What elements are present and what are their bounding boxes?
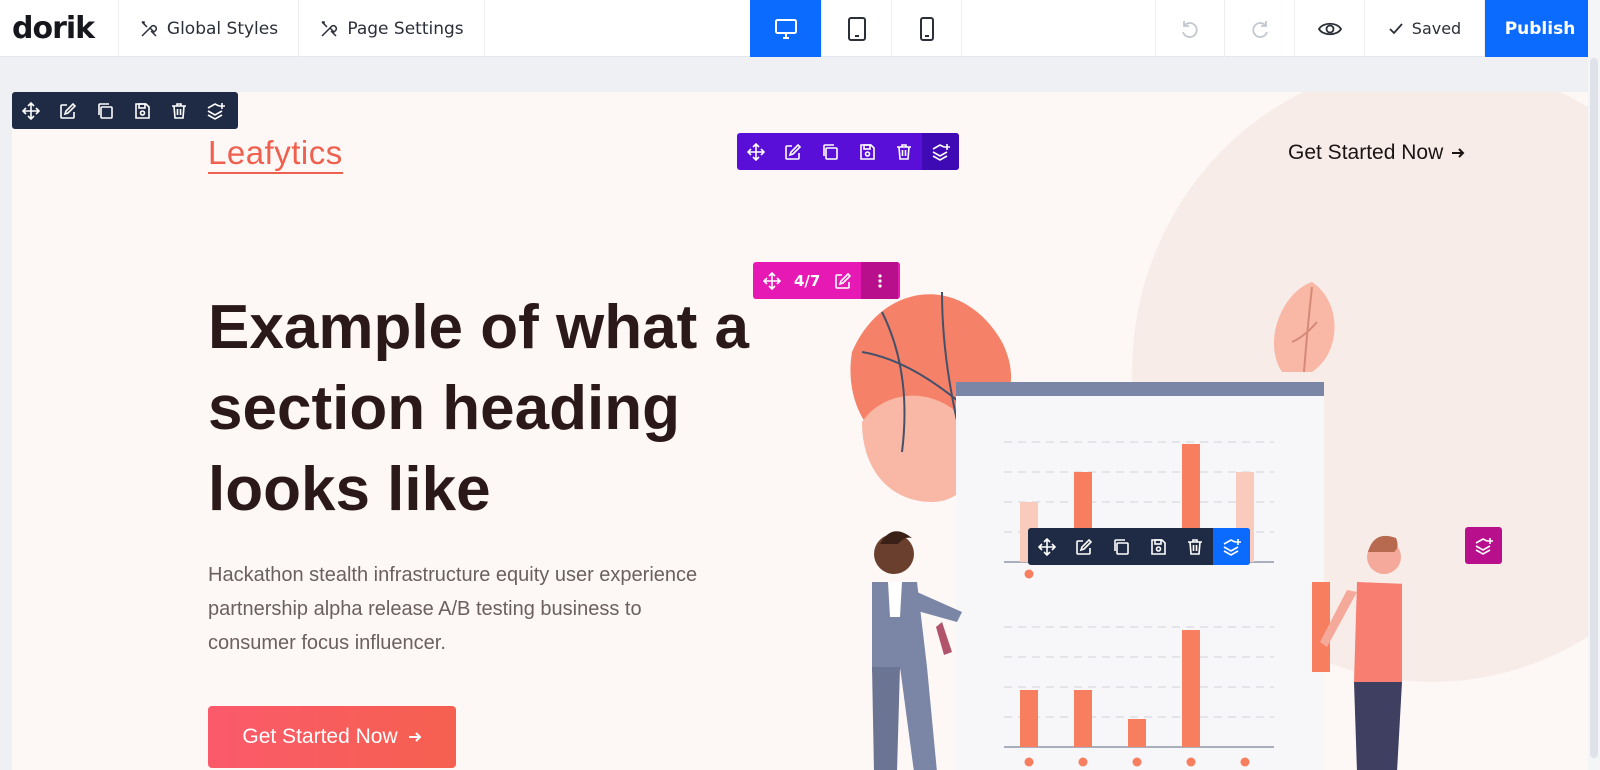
edit-button[interactable]: [774, 133, 811, 170]
save-button[interactable]: [123, 92, 160, 129]
section-toolbar: [12, 92, 238, 129]
arrow-right-icon: [408, 725, 422, 749]
section-heading[interactable]: Example of what a section heading looks …: [208, 287, 768, 530]
heading-line: looks like: [208, 455, 491, 524]
save-button[interactable]: [1139, 528, 1176, 565]
delete-icon: [895, 143, 913, 161]
delete-button[interactable]: [160, 92, 197, 129]
check-icon: [1388, 22, 1404, 36]
desktop-icon: [774, 18, 798, 40]
undo-icon: [1179, 18, 1201, 40]
saved-label: Saved: [1411, 19, 1462, 38]
add-layer-button[interactable]: [1465, 527, 1502, 564]
nav-get-started-link[interactable]: Get Started Now: [1288, 141, 1465, 165]
add-layer-icon: [1474, 537, 1494, 555]
add-layer-icon: [931, 143, 951, 161]
edit-icon: [59, 102, 77, 120]
publish-button[interactable]: Publish: [1485, 0, 1595, 57]
save-icon: [133, 102, 151, 120]
duplicate-icon: [1112, 538, 1130, 556]
edit-button[interactable]: [1065, 528, 1102, 565]
cta-label: Get Started Now: [242, 725, 398, 748]
row-toolbar: [737, 133, 959, 170]
builder-topbar: dorik Global Styles Page Settings Saved …: [0, 0, 1600, 57]
move-icon: [21, 101, 40, 120]
tablet-view-button[interactable]: [822, 0, 892, 57]
paragraph-line: partnership alpha release A/B testing bu…: [208, 598, 642, 620]
save-icon: [858, 143, 876, 161]
add-layer-icon: [1222, 538, 1242, 556]
person-left: [872, 531, 962, 770]
column-add-toolbar: [1465, 527, 1502, 564]
brand-logo[interactable]: Leafytics: [208, 134, 343, 174]
paragraph-line: consumer focus influencer.: [208, 632, 446, 654]
publish-label: Publish: [1504, 18, 1576, 39]
scrollbar-thumb[interactable]: [1590, 58, 1598, 758]
heading-line: Example of what a: [208, 293, 749, 362]
redo-button[interactable]: [1225, 0, 1295, 57]
add-layer-button[interactable]: [922, 133, 959, 170]
delete-button[interactable]: [1176, 528, 1213, 565]
add-layer-button[interactable]: [197, 92, 234, 129]
move-icon: [746, 142, 765, 161]
column-width-label: 4/7: [794, 271, 821, 290]
element-toolbar: [1028, 528, 1250, 565]
nav-cta-label: Get Started Now: [1288, 141, 1444, 164]
eye-icon: [1317, 20, 1342, 38]
save-button[interactable]: [848, 133, 885, 170]
desktop-view-button[interactable]: [750, 0, 822, 57]
delete-icon: [170, 102, 188, 120]
duplicate-button[interactable]: [86, 92, 123, 129]
global-styles-button[interactable]: Global Styles: [119, 0, 299, 57]
page-canvas: Leafytics Get Started Now 4/7 Example of…: [12, 92, 1600, 770]
person-right: [1312, 535, 1402, 770]
move-icon: [1037, 537, 1056, 556]
tablet-icon: [847, 16, 867, 41]
chart-board: [956, 382, 1324, 770]
add-layer-icon: [206, 102, 226, 120]
move-button[interactable]: [1028, 528, 1065, 565]
mobile-view-button[interactable]: [892, 0, 962, 57]
logo-text: dorik: [12, 11, 95, 46]
analytics-illustration: [850, 282, 1402, 770]
duplicate-button[interactable]: [1102, 528, 1139, 565]
duplicate-icon: [821, 143, 839, 161]
tools-icon: [319, 19, 339, 39]
preview-button[interactable]: [1295, 0, 1365, 57]
heading-line: section heading: [208, 374, 680, 443]
section-paragraph[interactable]: Hackathon stealth infrastructure equity …: [208, 558, 748, 660]
edit-icon: [784, 143, 802, 161]
redo-icon: [1249, 18, 1271, 40]
scrollbar[interactable]: [1588, 0, 1600, 770]
save-icon: [1149, 538, 1167, 556]
edit-icon: [1075, 538, 1093, 556]
move-button[interactable]: [12, 92, 49, 129]
page-settings-button[interactable]: Page Settings: [299, 0, 485, 57]
add-layer-button[interactable]: [1213, 528, 1250, 565]
arrow-right-icon: [1451, 141, 1465, 165]
page-settings-label: Page Settings: [347, 18, 464, 39]
edit-button[interactable]: [49, 92, 86, 129]
paragraph-line: Hackathon stealth infrastructure equity …: [208, 564, 698, 586]
move-button[interactable]: [737, 133, 774, 170]
dorik-logo[interactable]: dorik: [0, 0, 119, 57]
mobile-icon: [919, 16, 935, 41]
saved-status: Saved: [1365, 0, 1485, 57]
duplicate-button[interactable]: [811, 133, 848, 170]
delete-button[interactable]: [885, 133, 922, 170]
tools-icon: [139, 19, 159, 39]
duplicate-icon: [96, 102, 114, 120]
global-styles-label: Global Styles: [166, 18, 279, 39]
delete-icon: [1186, 538, 1204, 556]
undo-button[interactable]: [1155, 0, 1225, 57]
get-started-button[interactable]: Get Started Now: [208, 706, 456, 768]
